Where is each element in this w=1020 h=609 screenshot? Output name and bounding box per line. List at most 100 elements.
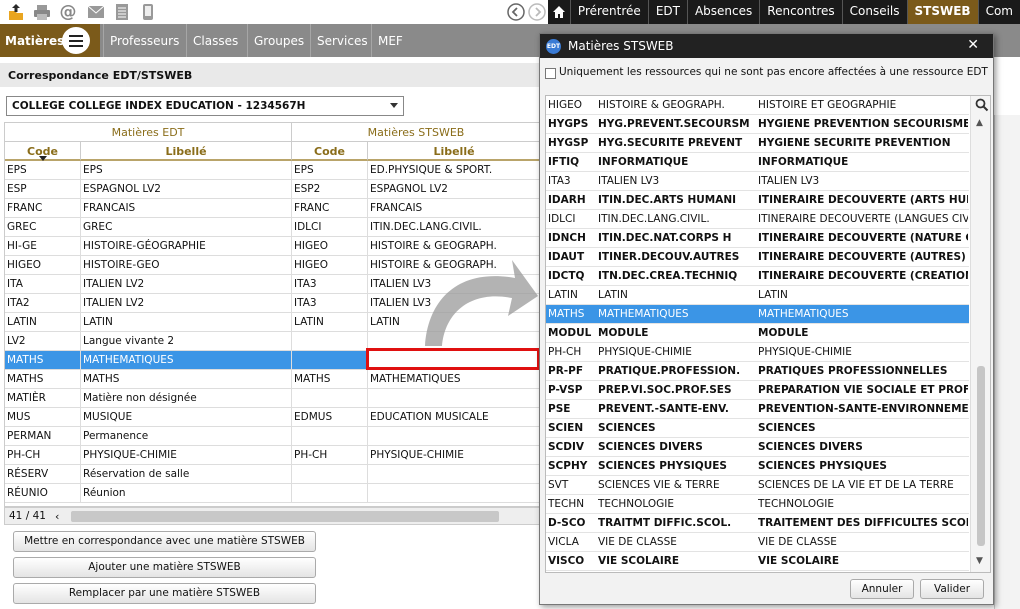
list-item[interactable]: IDAUT ITINER.DECOUV.AUTRES ITINERAIRE DECO… [546,248,969,267]
search-icon[interactable] [975,98,989,115]
table-row[interactable]: MATIÈR Matière non désignée [5,389,539,408]
replace-button[interactable]: Remplacer par une matière STSWEB [13,583,316,604]
tab-conseils[interactable]: Conseils [841,0,907,24]
list-item[interactable]: HYGPS HYG.PREVENT.SECOURSM HYGIENE PREVENT… [546,115,969,134]
list-item[interactable]: SVT SCIENCES VIE & TERRE SCIENCES DE LA VI… [546,476,969,495]
list-item[interactable]: PH-CH PHYSIQUE-CHIMIE PHYSIQUE-CHIMIE [546,343,969,362]
table-row[interactable]: GREC GREC IDLCI ITIN.DEC.LANG.CIVIL. [5,218,539,237]
list-item[interactable]: ITA3 ITALIEN LV3 ITALIEN LV3 [546,172,969,191]
home-icon[interactable] [547,0,570,24]
cell-sts-code: MATHS [292,370,368,389]
scroll-thumb[interactable] [977,366,985,546]
add-button[interactable]: Ajouter une matière STSWEB [13,557,316,578]
cell-sts-libelle: MATHEMATIQUES [368,370,539,389]
group-header-edt: Matières EDT [5,123,292,142]
horizontal-scrollbar[interactable] [71,511,499,522]
table-row[interactable]: MUS MUSIQUE EDMUS EDUCATION MUSICALE [5,408,539,427]
curved-arrow-icon [425,260,538,346]
list-item[interactable]: LATIN LATIN LATIN [546,286,969,305]
vertical-scrollbar[interactable]: ▲ ▼ [970,96,990,572]
tab-com[interactable]: Com [977,0,1020,24]
table-row[interactable]: FRANC FRANCAIS FRANC FRANCAIS [5,199,539,218]
table-row[interactable]: EPS EPS EPS ED.PHYSIQUE & SPORT. [5,161,539,180]
list-item[interactable]: PR-PF PRATIQUE.PROFESSION. PRATIQUES PROFE… [546,362,969,381]
list-item-short: TRAITMT DIFFIC.SCOL. [598,517,732,529]
unassigned-only-checkbox[interactable] [545,68,556,79]
list-item[interactable]: D-SCO TRAITMT DIFFIC.SCOL. TRAITEMENT DES … [546,514,969,533]
forward-icon[interactable] [527,2,547,22]
list-item-short: TECHNOLOGIE [598,498,675,510]
list-item[interactable]: IDARH ITIN.DEC.ARTS HUMANI ITINERAIRE DECO… [546,191,969,210]
list-item[interactable]: SCPHY SCIENCES PHYSIQUES SCIENCES PHYSIQUE… [546,457,969,476]
cell-libelle: Réunion [81,484,292,503]
cell-libelle: PHYSIQUE-CHIMIE [81,446,292,465]
cell-code: LATIN [5,313,81,332]
sts-libelle-edit-cell[interactable] [366,348,540,370]
cell-code: ITA [5,275,81,294]
at-icon[interactable]: @ [58,2,78,22]
tab-prerentree[interactable]: Prérentrée [569,0,648,24]
list-item[interactable]: P-VSP PREP.VI.SOC.PROF.SES PREPARATION VIE… [546,381,969,400]
cell-sts-code [292,351,368,370]
column-header-sts-code[interactable]: Code [292,142,368,161]
tab-rencontres[interactable]: Rencontres [759,0,842,24]
cancel-button[interactable]: Annuler [850,579,914,599]
cell-libelle: EPS [81,161,292,180]
tab-stsweb[interactable]: STSWEB [906,0,978,24]
menu-icon[interactable] [62,27,90,54]
scroll-up-icon[interactable]: ▲ [976,118,983,128]
validate-button[interactable]: Valider [920,579,984,599]
upload-icon[interactable] [6,2,26,22]
mobile-icon[interactable] [138,2,158,22]
cell-code: FRANC [5,199,81,218]
column-header-code[interactable]: Code [5,142,81,161]
list-item-long: HYGIENE PREVENTION SECOURISME [758,118,968,130]
list-item[interactable]: PSE PREVENT.-SANTE-ENV. PREVENTION-SANTE-E… [546,400,969,419]
cell-code: HI-GE [5,237,81,256]
list-item[interactable]: IDLCI ITIN.DEC.LANG.CIVIL. ITINERAIRE DECO… [546,210,969,229]
print-icon[interactable] [32,2,52,22]
list-item[interactable]: HYGSP HYG.SECURITE PREVENT HYGIENE SECURIT… [546,134,969,153]
top-toolbar: @ Prérentrée EDT Absences Rencontres Con… [0,0,1020,24]
table-row[interactable]: RÉSERV Réservation de salle [5,465,539,484]
list-item[interactable]: IFTIQ INFORMATIQUE INFORMATIQUE [546,153,969,172]
list-item[interactable]: SCDIV SCIENCES DIVERS SCIENCES DIVERS [546,438,969,457]
list-item[interactable]: VICLA VIE DE CLASSE VIE DE CLASSE [546,533,969,552]
nav-item-mef[interactable]: MEF [371,24,409,57]
scroll-down-icon[interactable]: ▼ [976,556,983,566]
list-item[interactable]: IDCTQ ITN.DEC.CREA.TECHNIQ ITINERAIRE DECO… [546,267,969,286]
list-item-code: LATIN [548,289,578,301]
tab-edt[interactable]: EDT [647,0,687,24]
table-row[interactable]: ESP ESPAGNOL LV2 ESP2 ESPAGNOL LV2 [5,180,539,199]
column-header-libelle[interactable]: Libellé [81,142,292,161]
close-icon[interactable]: ✕ [967,37,979,53]
list-item[interactable]: TECHN TECHNOLOGIE TECHNOLOGIE [546,495,969,514]
mail-icon[interactable] [86,2,106,22]
back-icon[interactable] [506,2,526,22]
list-item-long: TECHNOLOGIE [758,498,835,510]
match-button[interactable]: Mettre en correspondance avec une matièr… [13,531,316,552]
cell-libelle: ITALIEN LV2 [81,275,292,294]
section-title: Correspondance EDT/STSWEB [0,63,540,87]
cell-sts-code: LATIN [292,313,368,332]
nav-item-professeurs[interactable]: Professeurs [103,24,185,57]
list-item[interactable]: SCIEN SCIENCES SCIENCES [546,419,969,438]
nav-item-classes[interactable]: Classes [186,24,244,57]
list-item[interactable]: VISCO VIE SCOLAIRE VIE SCOLAIRE [546,552,969,571]
nav-item-groupes[interactable]: Groupes [247,24,310,57]
list-item[interactable]: MODUL MODULE MODULE [546,324,969,343]
nav-item-services[interactable]: Services [310,24,374,57]
table-row[interactable]: RÉUNIO Réunion [5,484,539,503]
list-item-short: HYG.PREVENT.SECOURSM [598,118,750,130]
school-select[interactable]: COLLEGE COLLEGE INDEX EDUCATION - 123456… [6,96,404,116]
list-item[interactable]: IDNCH ITIN.DEC.NAT.CORPS H ITINERAIRE DECO… [546,229,969,248]
list-icon[interactable] [112,2,132,22]
list-item[interactable]: HIGEO HISTOIRE & GEOGRAPH. HISTOIRE ET GEO… [546,96,969,115]
column-header-sts-libelle[interactable]: Libellé [368,142,539,161]
tab-absences[interactable]: Absences [686,0,760,24]
list-item[interactable]: MATHS MATHEMATIQUES MATHEMATIQUES [546,305,969,324]
table-row[interactable]: PERMAN Permanence [5,427,539,446]
scroll-left-icon[interactable]: ‹ [55,510,59,523]
table-row[interactable]: MATHS MATHS MATHS MATHEMATIQUES [5,370,539,389]
table-row[interactable]: PH-CH PHYSIQUE-CHIMIE PH-CH PHYSIQUE-CHIMIE [5,446,539,465]
